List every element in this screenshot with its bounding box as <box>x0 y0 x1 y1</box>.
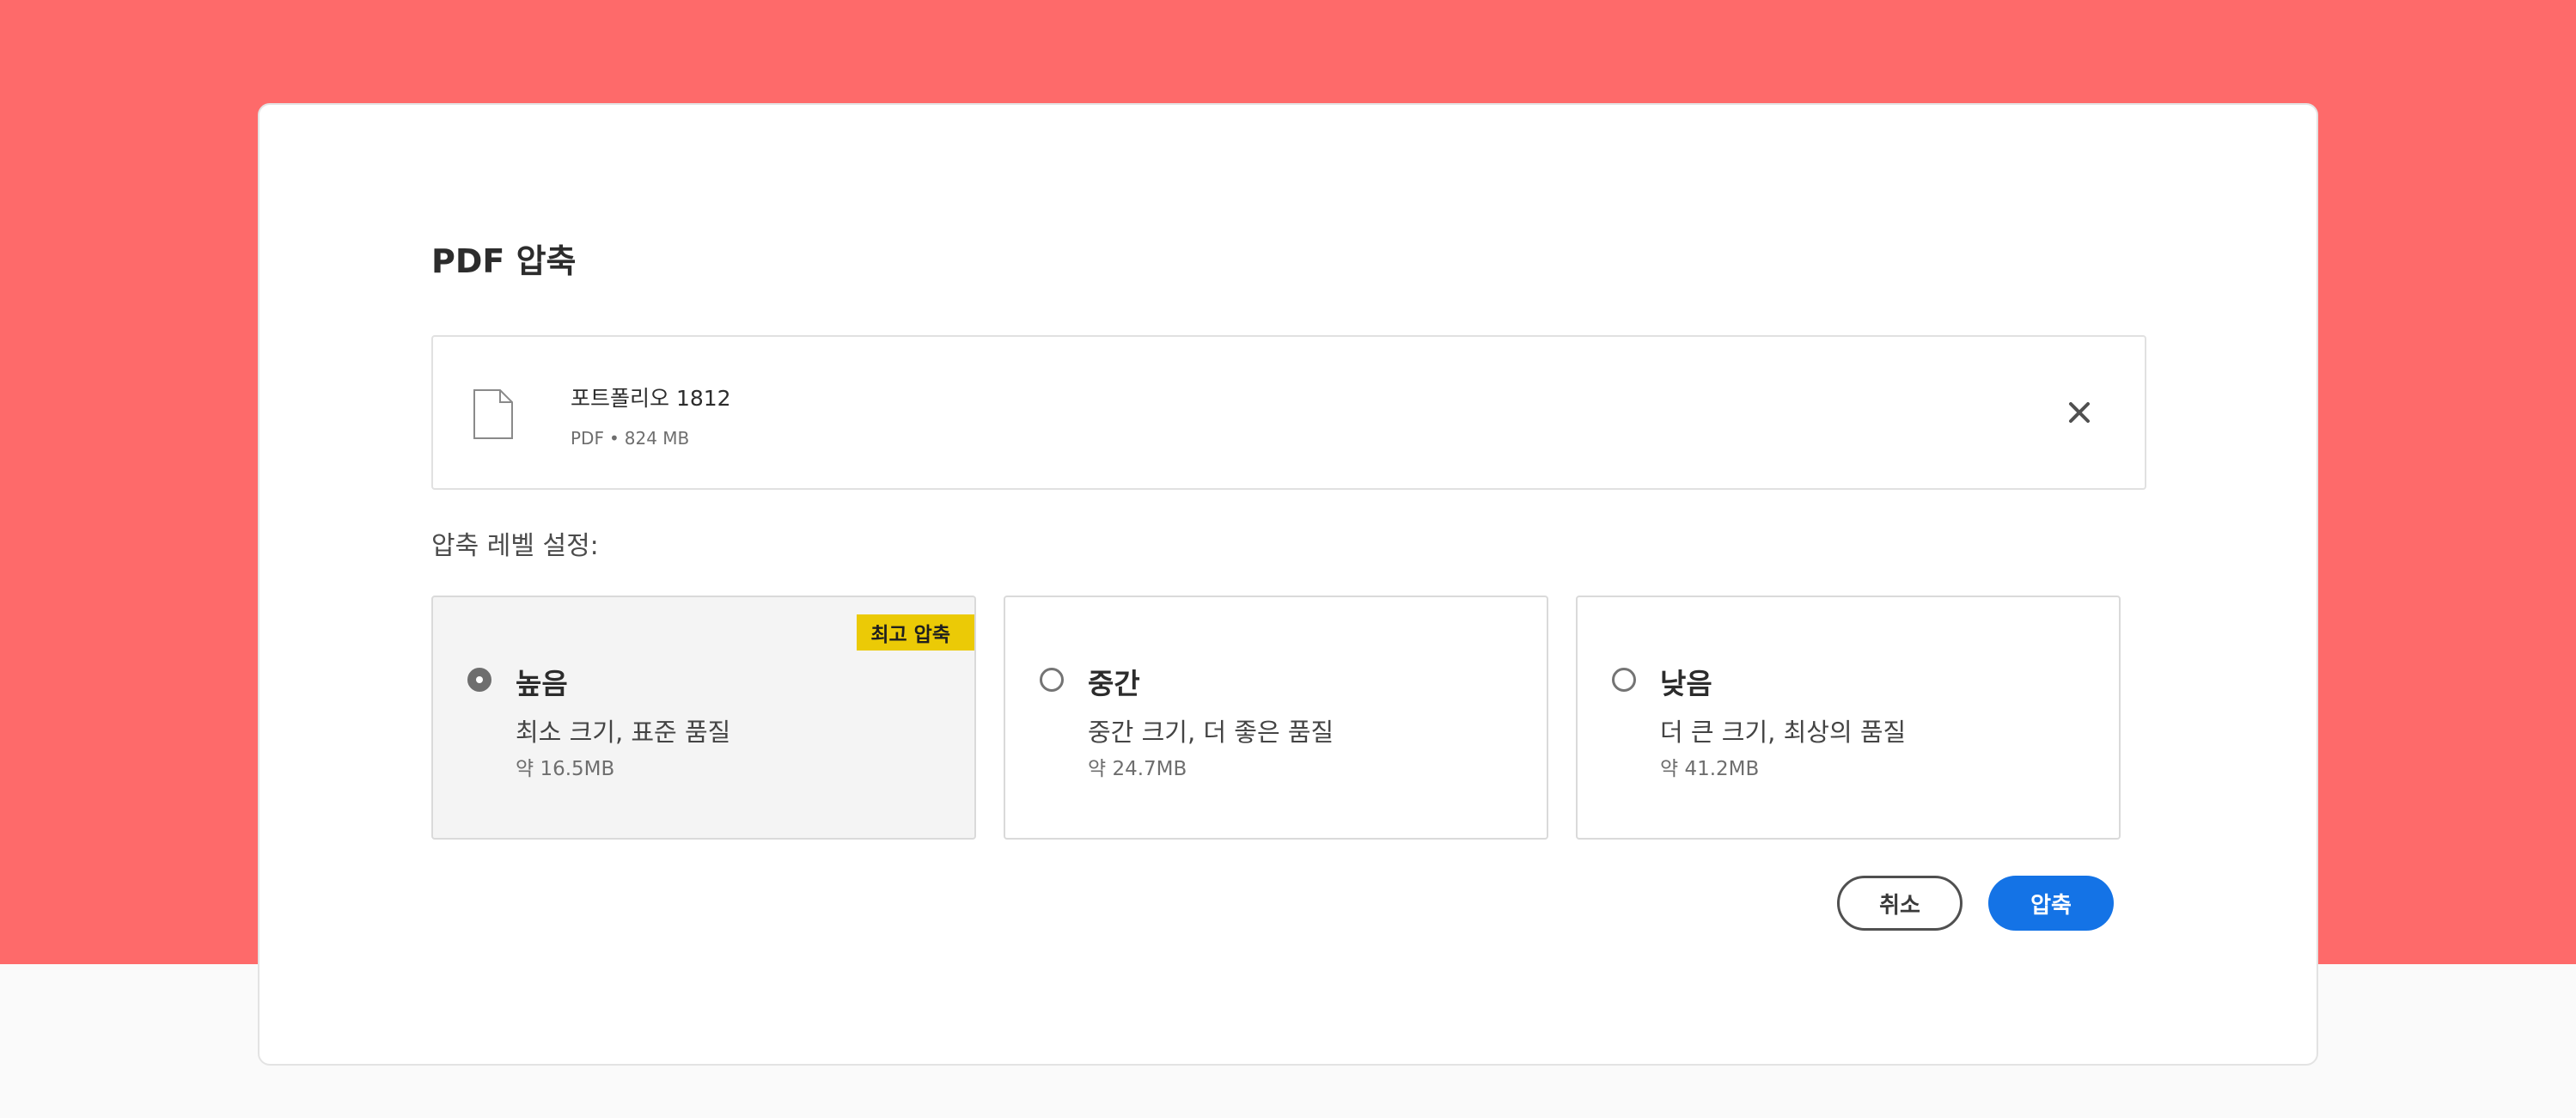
compression-level-label: 압축 레벨 설정: <box>431 531 599 561</box>
radio-medium[interactable] <box>1040 668 1064 692</box>
page: PDF 압축 포트폴리오 1812 PDF • 824 MB 압축 레벨 설정: 최… <box>0 0 2576 1118</box>
compress-button[interactable]: 압축 <box>1988 876 2114 931</box>
option-description: 최소 크기, 표준 품질 <box>516 718 731 747</box>
meta-separator: • <box>608 428 620 449</box>
dialog-title: PDF 압축 <box>431 242 577 280</box>
radio-high[interactable] <box>467 668 491 692</box>
radio-low[interactable] <box>1612 668 1636 692</box>
option-description: 중간 크기, 더 좋은 품질 <box>1088 718 1334 747</box>
option-size: 약 16.5MB <box>516 758 615 780</box>
option-low[interactable]: 낮음 더 큰 크기, 최상의 품질 약 41.2MB <box>1576 596 2121 840</box>
file-meta: PDF • 824 MB <box>571 428 689 449</box>
option-size: 약 41.2MB <box>1660 758 1760 780</box>
option-size: 약 24.7MB <box>1088 758 1187 780</box>
file-type: PDF <box>571 428 604 449</box>
option-title: 낮음 <box>1660 667 1712 700</box>
option-description: 더 큰 크기, 최상의 품질 <box>1660 718 1907 747</box>
file-card: 포트폴리오 1812 PDF • 824 MB <box>431 335 2146 490</box>
option-high[interactable]: 최고 압축 높음 최소 크기, 표준 품질 약 16.5MB <box>431 596 976 840</box>
option-medium[interactable]: 중간 중간 크기, 더 좋은 품질 약 24.7MB <box>1004 596 1548 840</box>
file-size: 824 MB <box>624 428 690 449</box>
compress-dialog: PDF 압축 포트폴리오 1812 PDF • 824 MB 압축 레벨 설정: 최… <box>258 103 2318 1066</box>
best-compression-badge: 최고 압축 <box>857 614 974 651</box>
option-title: 높음 <box>516 667 568 700</box>
option-title: 중간 <box>1088 667 1140 700</box>
document-icon <box>473 389 513 439</box>
file-name: 포트폴리오 1812 <box>571 386 731 411</box>
cancel-button[interactable]: 취소 <box>1837 876 1963 931</box>
close-icon[interactable] <box>2062 395 2097 430</box>
